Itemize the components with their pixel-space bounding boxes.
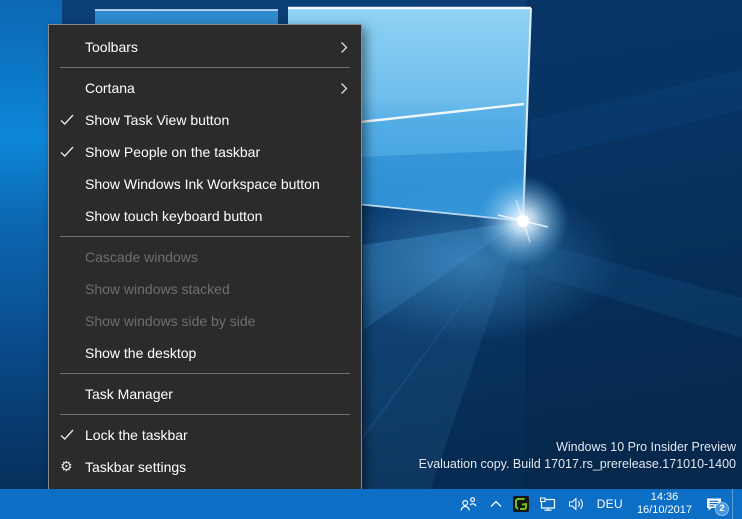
menu-item-show-windows-side-by-side: Show windows side by side xyxy=(49,305,361,337)
menu-item-show-people-on-taskbar[interactable]: Show People on the taskbar xyxy=(49,136,361,168)
notification-badge: 2 xyxy=(715,502,729,516)
menu-item-show-windows-stacked: Show windows stacked xyxy=(49,273,361,305)
checkmark-icon xyxy=(60,136,80,168)
chevron-up-icon[interactable] xyxy=(484,489,508,519)
menu-item-label: Show the desktop xyxy=(85,345,197,361)
menu-item-label: Show Windows Ink Workspace button xyxy=(85,176,320,192)
menu-item-lock-the-taskbar[interactable]: Lock the taskbar xyxy=(49,419,361,451)
people-icon[interactable] xyxy=(454,489,484,519)
system-tray: DEU 14:36 16/10/2017 2 xyxy=(454,489,739,519)
menu-item-label: Show Task View button xyxy=(85,112,230,128)
menu-item-show-windows-ink-workspace-button[interactable]: Show Windows Ink Workspace button xyxy=(49,168,361,200)
clock-time: 14:36 xyxy=(650,491,679,503)
chevron-right-icon xyxy=(340,72,348,104)
menu-item-show-task-view-button[interactable]: Show Task View button xyxy=(49,104,361,136)
menu-item-cortana[interactable]: Cortana xyxy=(49,72,361,104)
menu-item-label: Toolbars xyxy=(85,39,138,55)
menu-item-label: Lock the taskbar xyxy=(85,427,188,443)
checkmark-icon xyxy=(60,419,80,451)
watermark-line2: Evaluation copy. Build 17017.rs_prerelea… xyxy=(418,457,736,471)
menu-item-label: Show windows side by side xyxy=(85,313,256,329)
taskbar-context-menu: Toolbars Cortana Show Task View button S… xyxy=(48,24,362,491)
show-desktop-button[interactable] xyxy=(733,489,739,519)
checkmark-icon xyxy=(60,104,80,136)
menu-item-label: Cascade windows xyxy=(85,249,198,265)
menu-item-toolbars[interactable]: Toolbars xyxy=(49,31,361,63)
clock-date: 16/10/2017 xyxy=(636,504,692,516)
gear-icon: ⚙ xyxy=(60,459,73,475)
taskbar-clock[interactable]: 14:36 16/10/2017 xyxy=(630,491,699,517)
evaluation-watermark: Windows 10 Pro Insider Preview Evaluatio… xyxy=(419,439,736,473)
greenshot-tray-icon[interactable] xyxy=(508,489,534,519)
menu-separator xyxy=(60,373,350,374)
language-indicator[interactable]: DEU xyxy=(590,489,630,519)
volume-icon[interactable] xyxy=(562,489,590,519)
menu-item-label: Show touch keyboard button xyxy=(85,208,263,224)
menu-separator xyxy=(60,67,350,68)
watermark-line1: Windows 10 Pro Insider Preview xyxy=(556,440,736,454)
taskbar[interactable]: DEU 14:36 16/10/2017 2 xyxy=(0,489,742,519)
menu-item-cascade-windows: Cascade windows xyxy=(49,241,361,273)
menu-item-label: Show windows stacked xyxy=(85,281,230,297)
menu-item-task-manager[interactable]: Task Manager xyxy=(49,378,361,410)
menu-item-taskbar-settings[interactable]: ⚙ Taskbar settings xyxy=(49,451,361,483)
menu-item-label: Cortana xyxy=(85,80,135,96)
action-center-icon[interactable]: 2 xyxy=(699,489,732,519)
menu-separator xyxy=(60,414,350,415)
menu-item-label: Show People on the taskbar xyxy=(85,144,261,160)
menu-separator xyxy=(60,236,350,237)
menu-item-label: Taskbar settings xyxy=(85,459,187,475)
network-icon[interactable] xyxy=(534,489,562,519)
menu-item-show-touch-keyboard-button[interactable]: Show touch keyboard button xyxy=(49,200,361,232)
chevron-right-icon xyxy=(340,31,348,63)
menu-item-show-the-desktop[interactable]: Show the desktop xyxy=(49,337,361,369)
menu-item-label: Task Manager xyxy=(85,386,173,402)
desktop: Windows 10 Pro Insider Preview Evaluatio… xyxy=(0,0,742,519)
